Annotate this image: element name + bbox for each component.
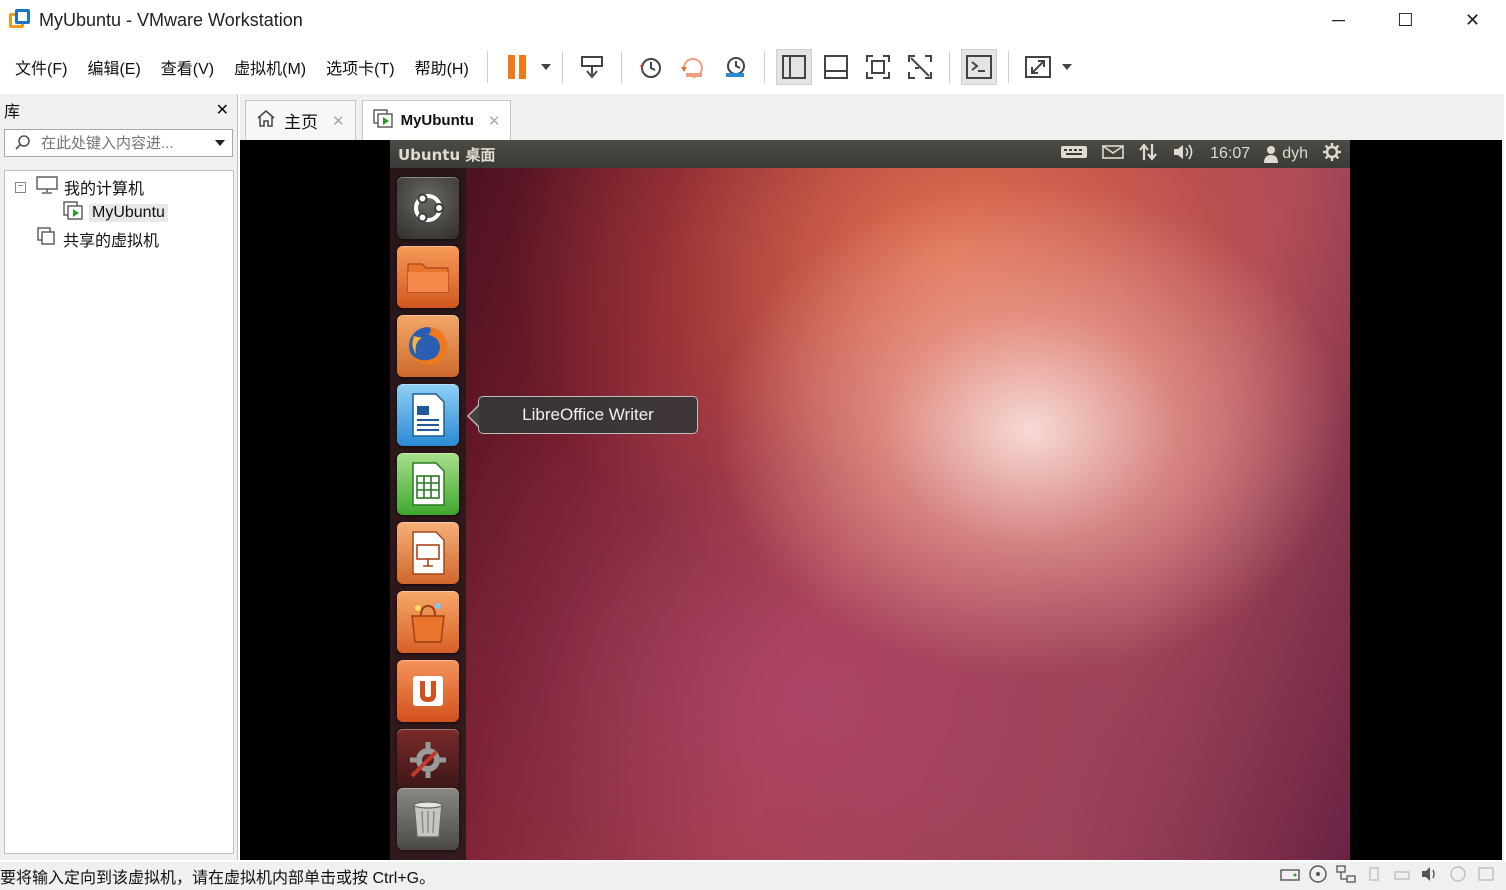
unity-mode-icon[interactable]	[902, 49, 938, 85]
tab-home[interactable]: 主页 ✕	[245, 100, 356, 140]
collapse-icon[interactable]: −	[15, 181, 26, 193]
stretch-dropdown-icon[interactable]	[1059, 63, 1075, 71]
tree-shared-label: 共享的虚拟机	[63, 233, 160, 250]
window-title: MyUbuntu - VMware Workstation	[39, 9, 303, 30]
tab-myubuntu-label: MyUbuntu	[400, 112, 474, 129]
tree-my-computer-label: 我的计算机	[64, 181, 145, 198]
search-icon	[5, 134, 41, 152]
menu-help[interactable]: 帮助(H)	[405, 55, 479, 79]
mail-icon[interactable]	[1102, 144, 1124, 165]
system-settings-icon[interactable]	[397, 729, 459, 791]
tab-myubuntu-close-icon[interactable]: ✕	[488, 112, 501, 130]
title-bar: MyUbuntu - VMware Workstation ─ ☐ ✕	[0, 0, 1506, 40]
printer-icon[interactable]	[1392, 864, 1412, 884]
ubuntu-desktop[interactable]: Ubuntu 桌面 16:07 dyh LibreOffice Writer	[390, 140, 1350, 860]
message-log-icon[interactable]	[1476, 864, 1496, 884]
library-tree: − 我的计算机 MyUbuntu 共享的虚拟机	[4, 170, 234, 854]
menu-vm[interactable]: 虚拟机(M)	[224, 55, 316, 79]
home-icon	[256, 108, 276, 133]
snapshot-revert-icon[interactable]	[675, 49, 711, 85]
vm-console[interactable]: Ubuntu 桌面 16:07 dyh LibreOffice Writer	[240, 140, 1502, 860]
menu-view[interactable]: 查看(V)	[151, 55, 224, 79]
network-adapter-icon[interactable]	[1336, 864, 1356, 884]
trash-icon[interactable]	[397, 788, 459, 850]
unity-launcher	[390, 168, 466, 860]
launcher-tooltip: LibreOffice Writer	[467, 396, 698, 434]
show-library-icon[interactable]	[775, 49, 812, 85]
menu-file[interactable]: 文件(F)	[5, 55, 77, 79]
tab-bar: 主页 ✕ MyUbuntu ✕	[240, 94, 1504, 140]
tree-vm-label: MyUbuntu	[89, 204, 168, 222]
search-dropdown-icon[interactable]	[208, 139, 232, 147]
tree-shared-vms[interactable]: 共享的虚拟机	[37, 226, 160, 252]
menu-edit[interactable]: 编辑(E)	[77, 55, 150, 79]
vm-icon	[63, 200, 85, 226]
library-search-box[interactable]	[4, 129, 233, 157]
stretch-guest-icon[interactable]	[1020, 49, 1056, 85]
status-bar: 要将输入定向到该虚拟机，请在虚拟机内部单击或按 Ctrl+G。	[0, 862, 1506, 890]
minimize-button[interactable]: ─	[1305, 0, 1372, 40]
keyboard-icon[interactable]	[1060, 144, 1088, 165]
display-icon[interactable]	[1448, 864, 1468, 884]
library-search-input[interactable]	[41, 134, 191, 152]
pause-dropdown-icon[interactable]	[538, 63, 554, 71]
maximize-button[interactable]: ☐	[1372, 0, 1439, 40]
libreoffice-writer-icon[interactable]	[397, 384, 459, 446]
library-title: 库	[4, 104, 21, 121]
tab-home-label: 主页	[284, 113, 318, 132]
usb-icon[interactable]	[1364, 864, 1384, 884]
pause-button[interactable]	[499, 49, 535, 85]
ubuntu-one-icon[interactable]	[397, 660, 459, 722]
volume-icon[interactable]	[1172, 142, 1196, 167]
computer-icon	[36, 175, 58, 199]
main-area: 主页 ✕ MyUbuntu ✕ Ubuntu 桌面 16:07 dyh Libr…	[240, 94, 1504, 860]
sound-card-icon[interactable]	[1420, 864, 1440, 884]
firefox-icon[interactable]	[397, 315, 459, 377]
tab-home-close-icon[interactable]: ✕	[332, 112, 345, 130]
tab-myubuntu[interactable]: MyUbuntu ✕	[361, 100, 512, 140]
menu-tabs[interactable]: 选项卡(T)	[316, 55, 404, 79]
user-name: dyh	[1282, 145, 1308, 162]
tree-vm-myubuntu[interactable]: MyUbuntu	[63, 200, 168, 226]
ubuntu-panel-title: Ubuntu 桌面	[398, 145, 496, 164]
libreoffice-impress-icon[interactable]	[397, 522, 459, 584]
library-close-button[interactable]: ✕	[216, 100, 229, 120]
snapshot-manager-icon[interactable]	[717, 49, 753, 85]
thumbnail-bar-icon[interactable]	[818, 49, 854, 85]
user-menu[interactable]: dyh	[1264, 145, 1308, 163]
software-center-icon[interactable]	[397, 591, 459, 653]
user-icon	[1264, 146, 1279, 163]
files-icon[interactable]	[397, 246, 459, 308]
tree-my-computer[interactable]: − 我的计算机	[15, 175, 144, 199]
send-ctrl-alt-del-icon[interactable]	[574, 49, 610, 85]
dash-home-icon[interactable]	[397, 177, 459, 239]
clock[interactable]: 16:07	[1210, 145, 1250, 163]
library-panel: 库 ✕ − 我的计算机 MyUbuntu 共享的虚拟机	[0, 94, 238, 860]
snapshot-take-icon[interactable]	[633, 49, 669, 85]
hard-disk-icon[interactable]	[1280, 864, 1300, 884]
ubuntu-top-panel: Ubuntu 桌面 16:07 dyh	[390, 140, 1350, 168]
cd-dvd-icon[interactable]	[1308, 864, 1328, 884]
session-gear-icon[interactable]	[1322, 142, 1342, 167]
shared-vm-icon	[37, 226, 57, 252]
close-button[interactable]: ✕	[1439, 0, 1506, 40]
status-message: 要将输入定向到该虚拟机，请在虚拟机内部单击或按 Ctrl+G。	[0, 870, 436, 887]
console-view-icon[interactable]	[960, 49, 997, 85]
libreoffice-calc-icon[interactable]	[397, 453, 459, 515]
menu-toolbar: 文件(F) 编辑(E) 查看(V) 虚拟机(M) 选项卡(T) 帮助(H)	[0, 42, 1506, 92]
network-icon[interactable]	[1138, 142, 1158, 167]
full-screen-icon[interactable]	[860, 49, 896, 85]
vmware-app-icon	[9, 9, 31, 31]
vm-tab-icon	[372, 108, 395, 133]
